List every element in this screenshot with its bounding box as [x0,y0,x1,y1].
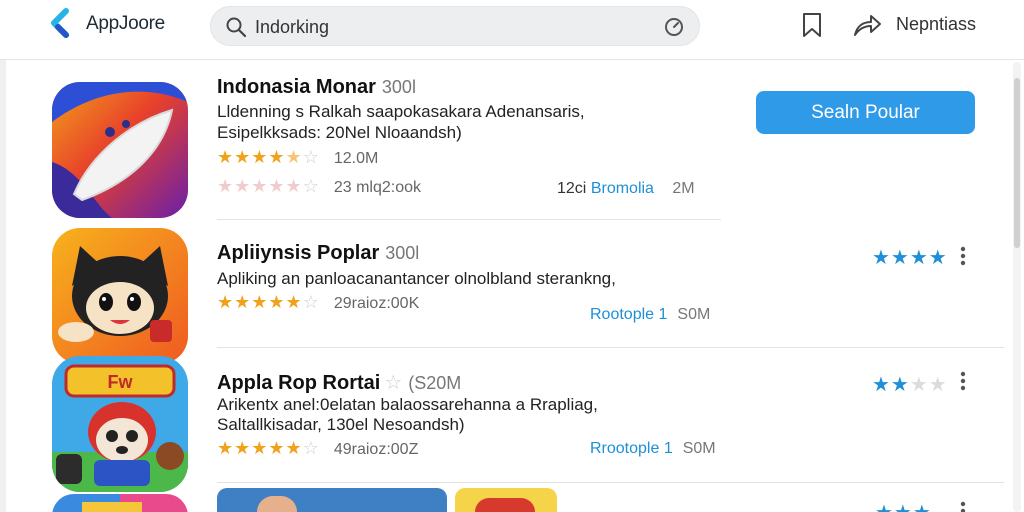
app-3-link[interactable]: Rrootople 1 [590,440,673,457]
promo-banner-thumbnail[interactable] [217,488,447,512]
app-3-rating-stars: ★★★★★☆ 49raioz:00Z [217,438,419,458]
share-icon[interactable] [852,11,882,39]
featured-app-desc-line1: Lldenning s Ralkah saapokasakara Adenans… [217,102,585,121]
featured-rating-count: 12.0M [333,150,379,167]
cat-character-app-icon[interactable] [52,228,188,364]
app-3-rating-count: 49raioz:00Z [333,441,419,458]
promo-shape [475,498,535,512]
app-store-logo-icon[interactable] [48,8,76,40]
window-edge [0,0,6,512]
app-2-title[interactable]: Apliiynsis Poplar 300l [217,242,419,265]
app-2-rating-count: 29raioz:00K [333,295,420,312]
featured-app-meta: 300l [381,77,416,97]
app-3-link-stat[interactable]: Rrootople 1 S0M [590,440,716,458]
search-input[interactable] [255,15,635,39]
row-divider [217,482,1004,483]
app-3-name: Appla Rop Rortai [217,372,381,394]
top-bar: AppJoore Nepntiass [0,0,1024,60]
featured-app-desc-line2: Esipelkksads: 20Nel Nloaandsh) [217,123,462,142]
brand-name: AppJoore [86,13,165,34]
app-2-size: S0M [677,306,711,323]
app-3-desc-line1: Arikentx anel:0elatan balaossarehanna a … [217,395,598,414]
app-2-meta: 300l [385,243,420,263]
featured-link-stat[interactable]: 12ci Bromolia 2M [557,180,695,198]
featured-app-name: Indonasia Monar [217,76,376,98]
panda-game-app-icon[interactable]: Fw [52,356,188,492]
app-4-mini-rating: ★★★ [875,500,932,512]
app-2-desc: Apliking an panloacanantancer olnolbland… [217,269,616,288]
featured-link-prefix: 12ci [557,180,587,197]
app-2-rating-stars: ★★★★★☆ 29raioz:00K [217,292,420,312]
featured-size: 2M [672,180,695,197]
search-icon [226,17,247,38]
account-label[interactable]: Nepntiass [896,14,976,35]
featured-rating-stars: ★★★★★☆ 12.0M [217,147,379,167]
more-options-icon[interactable] [958,245,968,267]
svg-text:Fw: Fw [108,372,134,392]
app-3-mini-rating: ★★★★ [872,374,948,396]
bookmark-icon[interactable] [800,11,824,39]
app-2-link-stat[interactable]: Rootople 1 S0M [590,306,710,324]
featured-link[interactable]: Bromolia [591,180,654,197]
promo-thumbnail-2[interactable] [455,488,557,512]
app-3-size: S0M [682,440,716,457]
promo-face [257,496,297,512]
more-options-icon[interactable] [958,500,968,512]
row-divider [217,219,721,220]
partial-app-icon[interactable] [52,494,188,512]
featured-faint-count: 23 mlq2:ook [333,179,422,196]
favorite-star-icon[interactable]: ☆ [384,372,402,394]
row-divider [217,347,1004,348]
rocket-app-icon[interactable] [52,82,188,218]
see-popular-button[interactable]: Sealn Poular [756,91,975,134]
app-2-mini-rating: ★★★★ [872,247,948,269]
app-3-title[interactable]: Appla Rop Rortai ☆ (S20M [217,370,461,395]
scrollbar-thumb[interactable] [1014,78,1020,248]
clear-search-icon[interactable] [663,16,685,38]
featured-app-title[interactable]: Indonasia Monar 300l [217,76,416,99]
app-2-link[interactable]: Rootople 1 [590,306,667,323]
search-bar[interactable] [210,6,700,46]
app-store-window: AppJoore Nepntiass [0,0,1024,512]
app-3-desc-line2: Saltallkisadar, 130el Nesoandsh) [217,415,465,434]
more-options-icon[interactable] [958,370,968,392]
app-3-meta: (S20M [408,373,462,393]
featured-faint-stars: ★★★★★☆ 23 mlq2:ook [217,176,422,196]
app-2-name: Apliiynsis Poplar [217,242,380,264]
